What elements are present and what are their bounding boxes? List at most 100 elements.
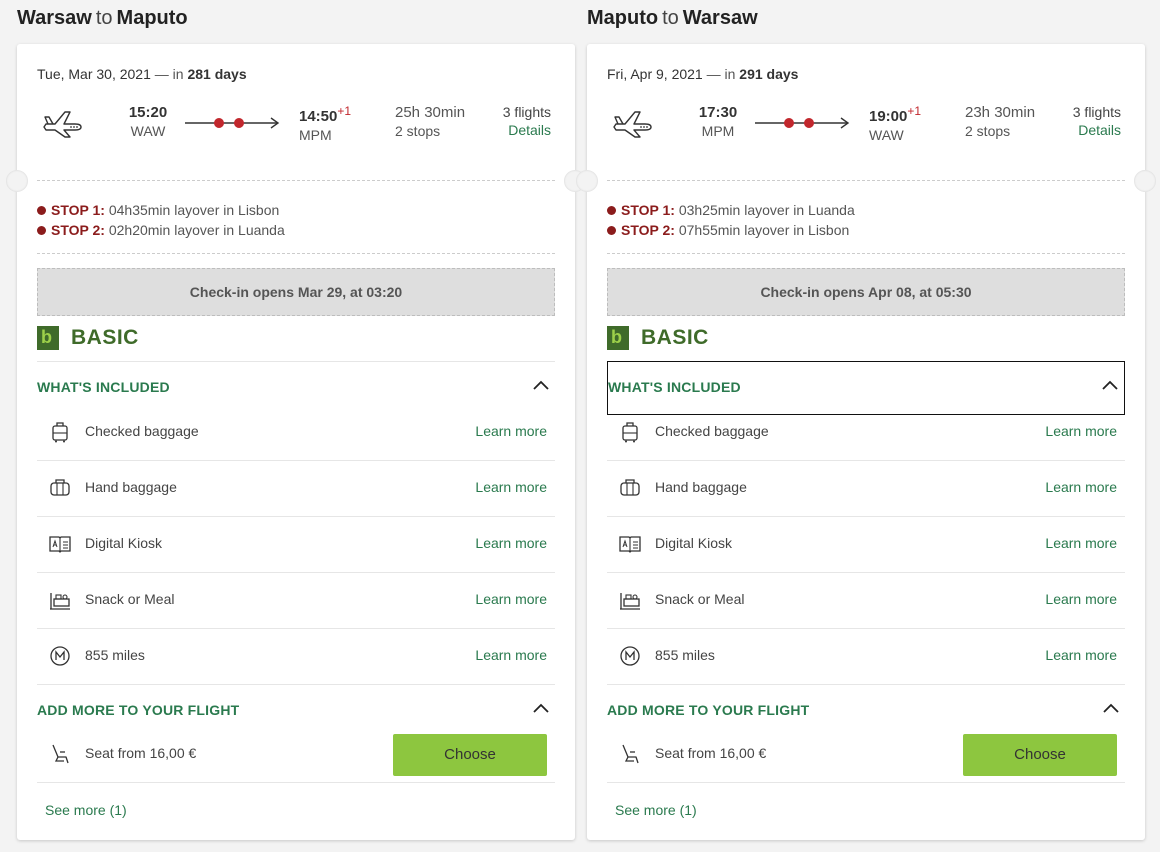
duration: 23h 30min 2 stops <box>965 104 1035 139</box>
date-separator: — in <box>154 66 184 82</box>
stop-dot-icon <box>37 205 46 215</box>
section-title: WHAT'S INCLUDED <box>608 379 741 395</box>
stop-item: STOP 1: 04h35min layover in Lisbon <box>37 200 285 220</box>
arrival-code: WAW <box>869 127 904 143</box>
learn-more-link[interactable]: Learn more <box>475 535 547 551</box>
stops-list: STOP 1: 04h35min layover in Lisbon STOP … <box>37 200 285 240</box>
learn-more-link[interactable]: Learn more <box>1045 535 1117 551</box>
learn-more-link[interactable]: Learn more <box>1045 423 1117 439</box>
see-more-link[interactable]: See more (1) <box>615 802 697 818</box>
item-label: Digital Kiosk <box>85 535 163 551</box>
stop-text: 02h20min layover in Luanda <box>108 222 285 238</box>
stop-text: 07h55min layover in Lisbon <box>678 222 850 238</box>
learn-more-link[interactable]: Learn more <box>475 423 547 439</box>
divider <box>37 180 555 181</box>
date-text: Tue, Mar 30, 2021 <box>37 66 151 82</box>
item-label: 855 miles <box>85 647 145 663</box>
basic-logo-letter: b <box>611 327 622 347</box>
departure-time: 15:20 <box>128 104 168 121</box>
flight-date: Tue, Mar 30, 2021 — in 281 days <box>37 66 247 82</box>
stop-dot-icon <box>37 225 46 235</box>
route-path-icon <box>185 117 280 129</box>
duration: 25h 30min 2 stops <box>395 104 465 139</box>
seat-icon <box>622 744 639 764</box>
included-item-snack: Snack or Meal Learn more <box>607 573 1125 629</box>
stop-item: STOP 2: 07h55min layover in Lisbon <box>607 220 855 240</box>
origin-city: Warsaw <box>17 7 92 29</box>
learn-more-link[interactable]: Learn more <box>1045 479 1117 495</box>
stop-text: 04h35min layover in Lisbon <box>108 202 280 218</box>
divider <box>607 253 1125 254</box>
item-label: Digital Kiosk <box>655 535 733 551</box>
miles-icon <box>50 646 70 666</box>
learn-more-link[interactable]: Learn more <box>475 647 547 663</box>
item-label: Checked baggage <box>655 423 769 439</box>
item-label: Snack or Meal <box>85 591 175 607</box>
stop-label: STOP 2: <box>51 222 105 238</box>
included-item-checked-baggage: Checked baggage Learn more <box>37 405 555 461</box>
suitcase-icon <box>622 422 638 443</box>
chevron-up-icon <box>533 380 549 390</box>
date-separator: — in <box>706 66 736 82</box>
learn-more-link[interactable]: Learn more <box>475 591 547 607</box>
day-offset: +1 <box>337 104 352 118</box>
seat-icon <box>52 744 69 764</box>
date-text: Fri, Apr 9, 2021 <box>607 66 703 82</box>
ticket-notch <box>1134 170 1156 192</box>
open-book-icon <box>619 536 641 553</box>
arrival-time: 19:00 <box>869 108 908 125</box>
learn-more-link[interactable]: Learn more <box>1045 647 1117 663</box>
item-label: Snack or Meal <box>655 591 745 607</box>
basic-logo-icon: b <box>607 326 629 350</box>
meal-tray-icon <box>620 593 640 610</box>
route-connector: to <box>95 7 113 29</box>
see-more-link[interactable]: See more (1) <box>45 802 127 818</box>
divider <box>37 253 555 254</box>
learn-more-link[interactable]: Learn more <box>1045 591 1117 607</box>
chevron-up-icon <box>1102 380 1118 390</box>
miles-icon <box>620 646 640 666</box>
learn-more-link[interactable]: Learn more <box>475 479 547 495</box>
stop-item: STOP 2: 02h20min layover in Luanda <box>37 220 285 240</box>
included-item-checked-baggage: Checked baggage Learn more <box>607 405 1125 461</box>
destination-city: Warsaw <box>682 7 758 29</box>
route-title: Warsaw to Maputo <box>17 0 577 44</box>
fare-name: BASIC <box>641 326 709 349</box>
flight-summary: 17:30 MPM 19:00+1 WAW 23h 30min 2 stops <box>607 102 1125 146</box>
days-until: 291 days <box>739 66 799 82</box>
open-book-icon <box>49 536 71 553</box>
choose-seat-button[interactable]: Choose <box>393 734 547 776</box>
choose-seat-button[interactable]: Choose <box>963 734 1117 776</box>
included-item-digital-kiosk: Digital Kiosk Learn more <box>607 517 1125 573</box>
airplane-icon <box>43 111 82 138</box>
details-link[interactable]: Details <box>1073 122 1121 138</box>
section-title: WHAT'S INCLUDED <box>37 379 170 395</box>
item-label: 855 miles <box>655 647 715 663</box>
included-item-miles: 855 miles Learn more <box>607 629 1125 685</box>
backpack-icon <box>50 479 70 496</box>
outbound-column: Warsaw to Maputo Tue, Mar 30, 2021 — in 28… <box>6 0 586 840</box>
seat-price: Seat from 16,00 € <box>655 745 767 761</box>
included-item-digital-kiosk: Digital Kiosk Learn more <box>37 517 555 573</box>
item-label: Hand baggage <box>655 479 747 495</box>
stop-label: STOP 1: <box>51 202 105 218</box>
departure: 15:20 WAW <box>123 104 173 139</box>
suitcase-icon <box>52 422 68 443</box>
ticket-notch <box>576 170 598 192</box>
route-connector: to <box>662 7 679 29</box>
departure-code: WAW <box>130 123 166 139</box>
stop-text: 03h25min layover in Luanda <box>678 202 855 218</box>
route-title: Maputo to Warsaw <box>587 0 1147 44</box>
duration-text: 23h 30min <box>965 104 1036 121</box>
stops-list: STOP 1: 03h25min layover in Luanda STOP … <box>607 200 855 240</box>
checkin-notice: Check-in opens Apr 08, at 05:30 <box>607 268 1125 316</box>
flights-count: 3 flights <box>502 104 551 120</box>
stop-label: STOP 2: <box>621 222 675 238</box>
item-label: Hand baggage <box>85 479 177 495</box>
details-link[interactable]: Details <box>503 122 551 138</box>
fare-name: BASIC <box>71 326 139 349</box>
flights-info: 3 flights Details <box>1073 104 1121 138</box>
meal-tray-icon <box>50 593 70 610</box>
days-until: 281 days <box>187 66 247 82</box>
flights-info: 3 flights Details <box>503 104 551 138</box>
